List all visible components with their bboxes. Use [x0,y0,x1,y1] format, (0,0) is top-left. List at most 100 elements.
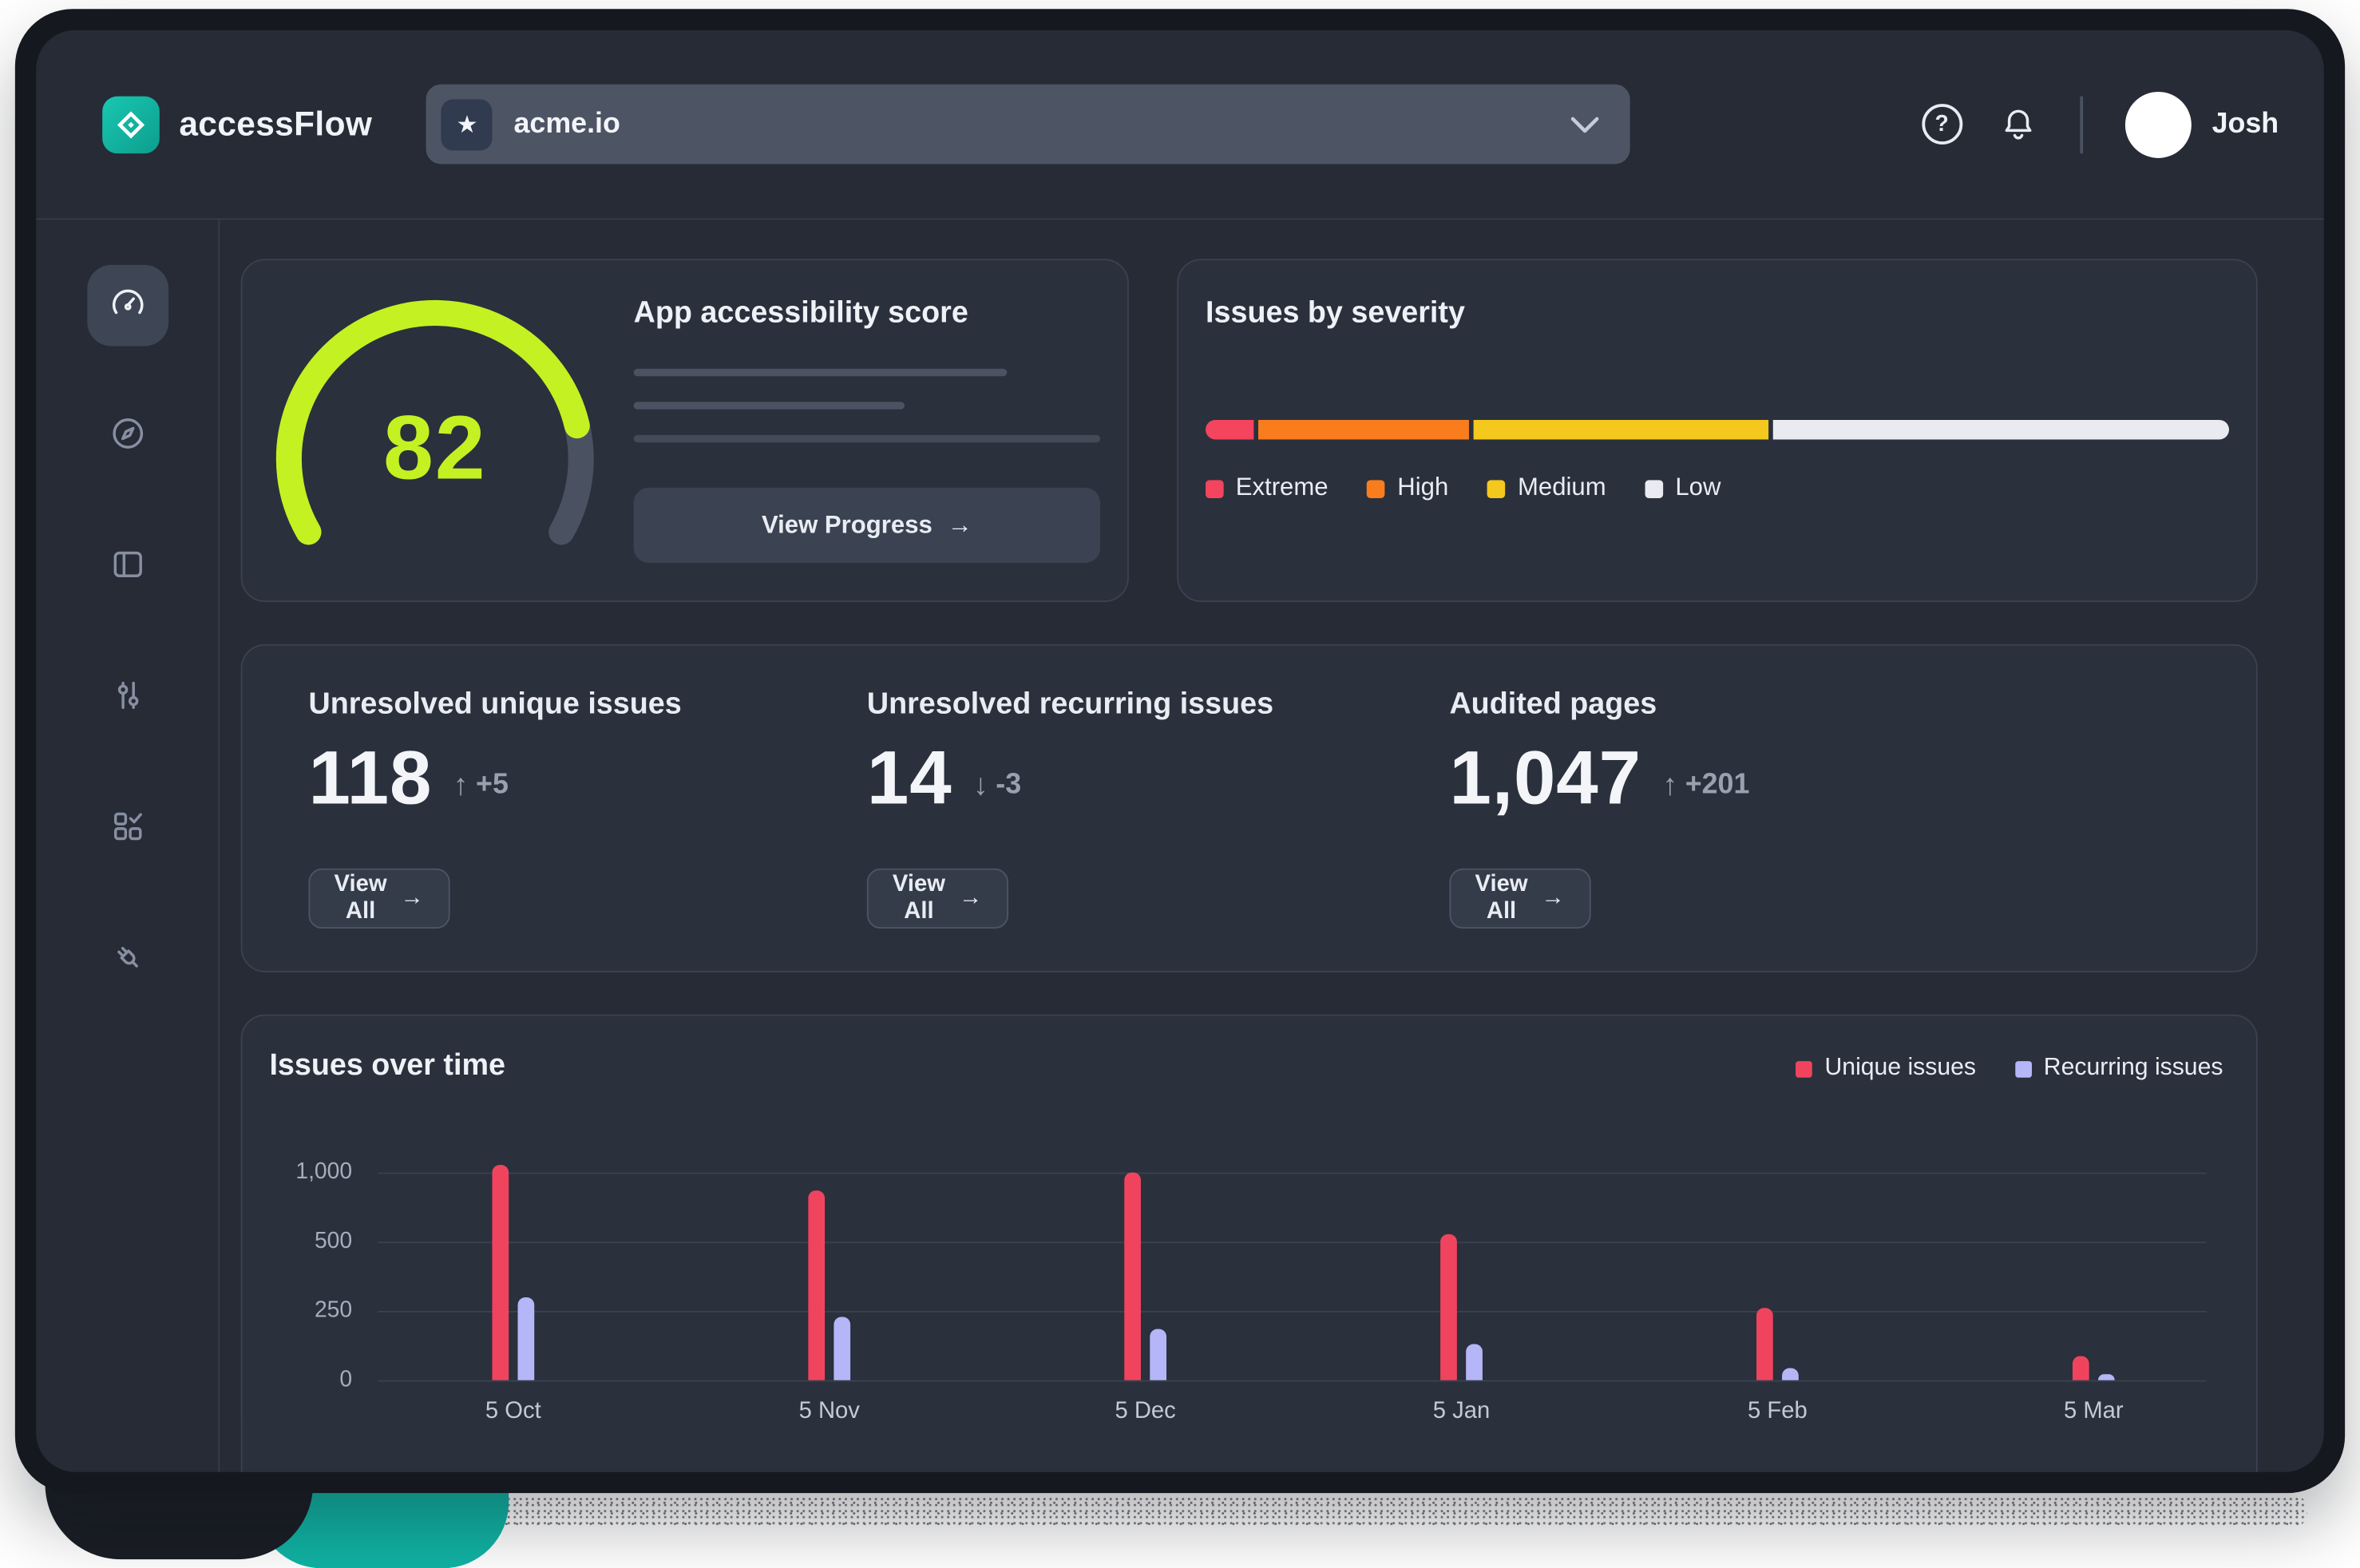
project-selector[interactable]: ★ acme.io [426,85,1630,164]
chart-plot: 0 250 500 1,000 5 Oct 5 Nov 5 Dec 5 Jan 5 Feb 5 M… [243,1016,2256,1472]
xtick-5-oct: 5 Oct [445,1398,581,1425]
bar-unique-issues-5-jan [1440,1234,1457,1380]
logo-icon [102,96,160,153]
bar-unique-issues-5-mar [2073,1356,2089,1380]
brand-name: accessFlow [179,105,372,144]
severity-seg-extreme [1206,420,1253,440]
ytick-250: 250 [263,1297,352,1323]
sidebar-item-panel[interactable] [86,527,168,608]
grid-check-icon [108,806,147,853]
plug-icon [108,937,147,984]
sidebar [36,220,220,1471]
arrow-down-icon: ↓ [973,768,988,802]
bar-unique-issues-5-feb [1756,1309,1773,1380]
arrow-right-icon: → [1542,885,1565,912]
gauge-icon [108,282,147,328]
bar-recurring-issues-5-nov [834,1317,850,1380]
arrow-right-icon: → [401,885,424,912]
toggles-icon [108,675,147,722]
help-icon[interactable]: ? [1922,104,1962,145]
bar-unique-issues-5-nov [808,1190,825,1380]
stat-value: 118 [308,736,432,821]
arrow-up-icon: ↑ [453,768,469,802]
stats-card: Unresolved unique issues 118 ↑ +5 View A… [241,644,2258,972]
xtick-5-dec: 5 Dec [1078,1398,1214,1425]
panel-icon [108,544,147,590]
accessibility-score-card: 82 App accessibility score View Progress… [241,259,1129,602]
grain-texture [403,1496,2307,1526]
app-window: accessFlow ★ acme.io ? [15,9,2345,1493]
stage: accessFlow ★ acme.io ? [0,0,2360,1568]
main-content: 82 App accessibility score View Progress… [220,220,2324,1471]
legend-item-high: High [1368,474,1449,503]
view-all-button[interactable]: View All → [308,869,449,929]
xtick-5-jan: 5 Jan [1394,1398,1530,1425]
view-progress-button[interactable]: View Progress → [634,488,1100,563]
avatar[interactable] [2124,91,2191,157]
sidebar-item-dashboard[interactable] [86,265,168,346]
stat-title: Audited pages [1449,688,1657,723]
legend-item-medium: Medium [1487,474,1606,503]
arrow-right-icon: → [959,885,982,912]
bell-icon[interactable] [1998,105,2037,144]
legend-item-extreme: Extreme [1206,474,1328,503]
bar-unique-issues-5-dec [1124,1173,1141,1380]
brand: accessFlow [102,96,372,153]
sidebar-item-plug[interactable] [86,920,168,1001]
view-all-button[interactable]: View All → [867,869,1008,929]
issues-by-severity-card: Issues by severity Extreme High Medium Low [1177,259,2258,602]
skeleton-line [634,402,905,409]
view-all-button[interactable]: View All → [1449,869,1590,929]
bar-unique-issues-5-oct [492,1166,509,1380]
ytick-0: 0 [263,1367,352,1392]
sidebar-item-grid-check[interactable] [86,789,168,870]
gridline-500 [378,1241,2207,1243]
bar-recurring-issues-5-feb [1782,1368,1799,1380]
sidebar-item-toggles[interactable] [86,658,168,739]
severity-card-title: Issues by severity [1206,296,1465,331]
user-name: Josh [2212,108,2279,141]
severity-seg-high [1257,420,1470,440]
stat-value: 14 [867,736,952,821]
bar-recurring-issues-5-mar [2098,1375,2115,1380]
bar-recurring-issues-5-dec [1150,1329,1166,1380]
legend-swatch [1206,479,1224,497]
stat-delta: ↑ +5 [453,768,509,802]
stat-title: Unresolved recurring issues [867,688,1273,723]
xtick-5-nov: 5 Nov [762,1398,897,1425]
sidebar-item-compass[interactable] [86,396,168,477]
header-divider [2080,96,2083,153]
ytick-500: 500 [263,1228,352,1253]
xtick-5-mar: 5 Mar [2025,1398,2161,1425]
issues-over-time-card: Issues over time Unique issuesRecurring … [241,1015,2258,1472]
severity-seg-medium [1474,420,1768,440]
score-card-title: App accessibility score [634,296,968,331]
ytick-1-000: 1,000 [263,1159,352,1185]
score-value: 82 [255,396,616,500]
compass-icon [108,413,147,459]
bar-recurring-issues-5-jan [1466,1344,1483,1380]
stat-delta: ↑ +201 [1662,768,1749,802]
stat-title: Unresolved unique issues [308,688,681,723]
chevron-down-icon [1570,115,1601,133]
bar-recurring-issues-5-oct [518,1297,535,1380]
legend-swatch [1645,479,1664,497]
legend-swatch [1368,479,1386,497]
top-bar: accessFlow ★ acme.io ? [36,30,2324,220]
skeleton-line [634,435,1100,442]
gridline-0 [378,1380,2207,1382]
stat-delta: ↓ -3 [973,768,1021,802]
severity-legend: Extreme High Medium Low [1206,474,1721,503]
gridline-250 [378,1311,2207,1313]
project-name: acme.io [513,108,620,141]
severity-seg-low [1773,420,2229,440]
gridline-1-000 [378,1173,2207,1174]
arrow-up-icon: ↑ [1662,768,1677,802]
app-surface: accessFlow ★ acme.io ? [36,30,2324,1472]
legend-item-low: Low [1645,474,1721,503]
arrow-right-icon: → [948,511,972,540]
xtick-5-feb: 5 Feb [1710,1398,1846,1425]
stat-value: 1,047 [1449,736,1641,821]
severity-bar [1206,420,2229,440]
skeleton-line [634,369,1008,376]
